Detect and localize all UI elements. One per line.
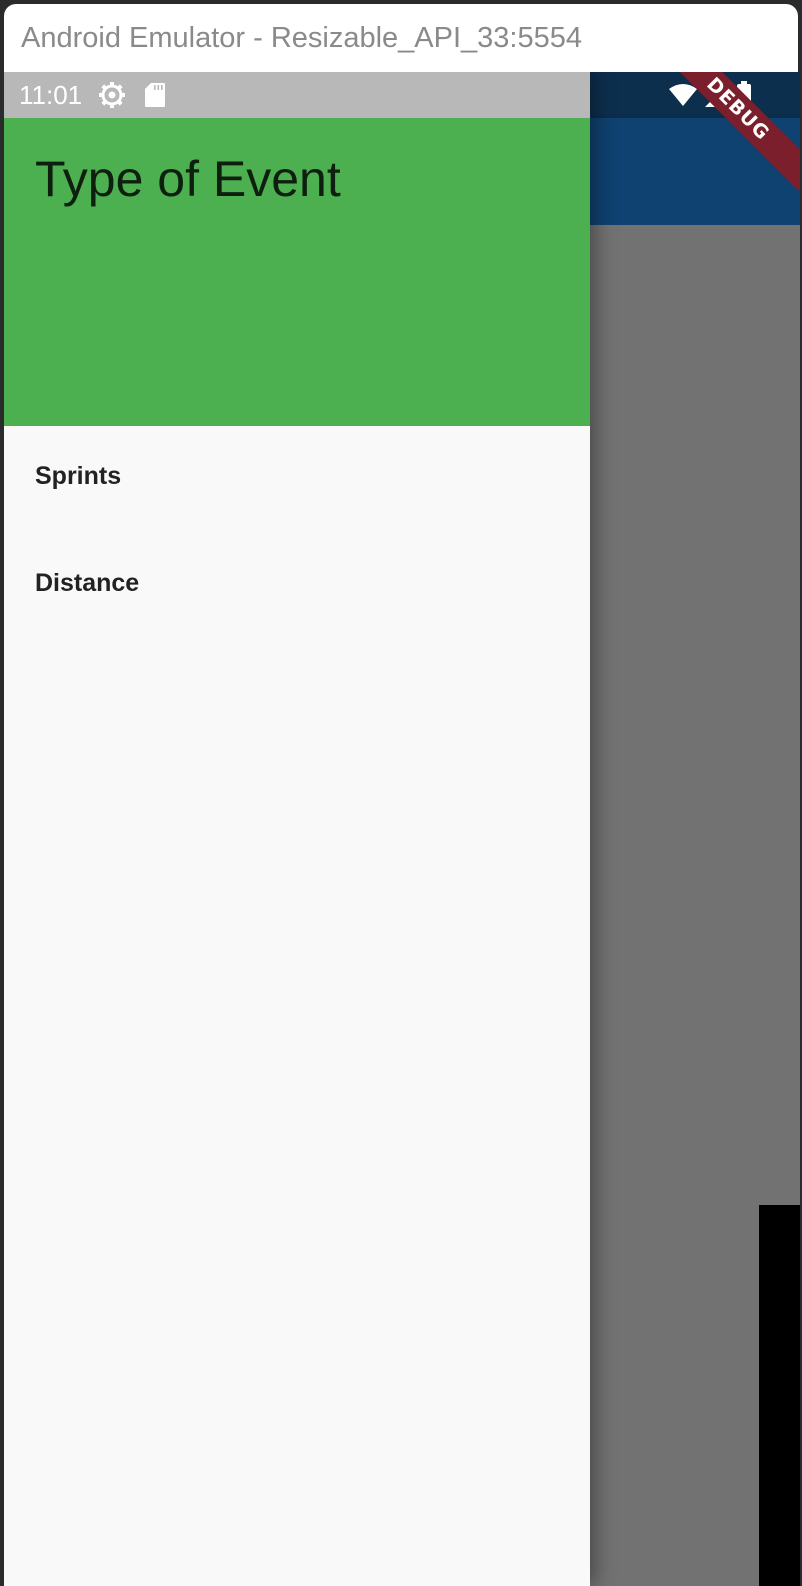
- status-bar: 11:01: [4, 72, 590, 118]
- navigation-drawer: 11:01 Type of Event Sprints Distance: [4, 72, 590, 1586]
- status-time: 11:01: [19, 80, 83, 110]
- device-screen: DEBUG 11:01 Type of Event Sprints Distan…: [4, 72, 800, 1586]
- drawer-list: Sprints Distance: [4, 426, 590, 640]
- drawer-item-distance[interactable]: Distance: [4, 533, 590, 640]
- window-title: Android Emulator - Resizable_API_33:5554: [21, 22, 582, 54]
- drawer-header: Type of Event: [4, 118, 590, 426]
- drawer-item-sprints[interactable]: Sprints: [4, 426, 590, 533]
- drawer-item-label: Distance: [35, 569, 140, 597]
- emulator-titlebar[interactable]: Android Emulator - Resizable_API_33:5554: [4, 4, 798, 72]
- drawer-item-label: Sprints: [35, 462, 122, 490]
- emulator-window: Android Emulator - Resizable_API_33:5554…: [0, 0, 802, 1586]
- settings-icon: [99, 82, 125, 108]
- navigation-bar-fragment: [759, 1205, 800, 1586]
- sd-card-icon: [145, 83, 165, 107]
- drawer-header-title: Type of Event: [35, 151, 341, 207]
